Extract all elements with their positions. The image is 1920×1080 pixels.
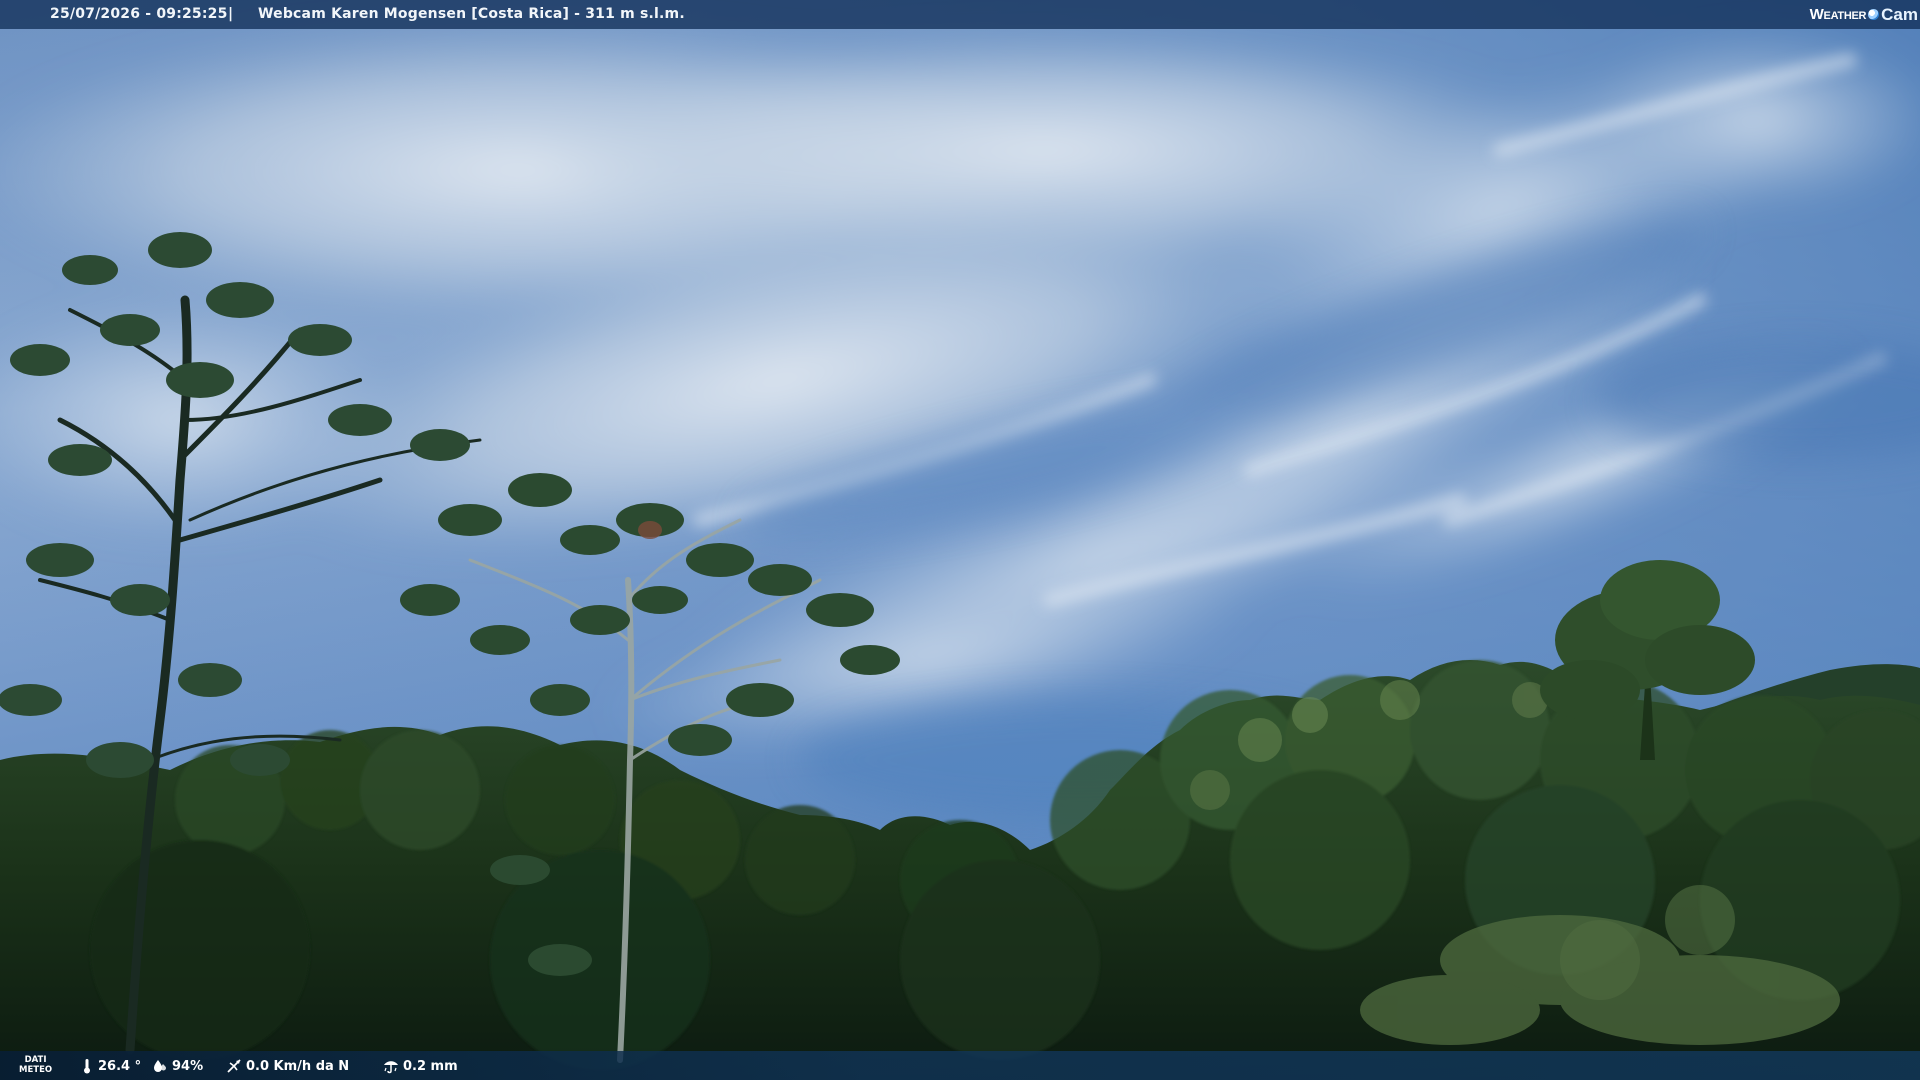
wind-icon [227, 1059, 241, 1073]
rain-reading: 0.2 mm [383, 1058, 458, 1074]
globe-icon [1868, 9, 1880, 20]
rain-icon [384, 1061, 398, 1074]
weathercam-logo: Weather Cam [1810, 2, 1918, 27]
thermometer-icon [84, 1059, 90, 1074]
temperature-reading: 26.4 ° [80, 1058, 141, 1074]
camera-title: Webcam Karen Mogensen [Costa Rica] - 311… [258, 6, 685, 22]
wind-reading: 0.0 Km/h da N [226, 1058, 349, 1074]
brand-word-weather: Weather [1809, 6, 1867, 23]
landscape-image [0, 0, 1920, 1080]
meteo-bar: DATI METEO 26.4 ° 94% 0.0 Km/h da N 0.2 … [0, 1051, 1920, 1080]
webcam-scene [0, 0, 1920, 1080]
wind-value: 0.0 Km/h da N [246, 1058, 350, 1074]
rain-value: 0.2 mm [403, 1058, 458, 1074]
timestamp: 25/07/2026 - 09:25:25 [50, 6, 228, 22]
humidity-reading: 94% [152, 1058, 203, 1074]
humidity-drop-icon [154, 1060, 166, 1072]
meteo-label: DATI METEO [19, 1055, 52, 1075]
meteo-label-line1: DATI [24, 1055, 47, 1065]
meteo-label-line2: METEO [19, 1065, 53, 1075]
header-separator: | [228, 6, 234, 22]
brand-word-cam: Cam [1881, 4, 1918, 24]
humidity-value: 94% [172, 1058, 204, 1074]
temperature-value: 26.4 ° [98, 1058, 142, 1074]
top-info-bar: 25/07/2026 - 09:25:25 | Webcam Karen Mog… [0, 0, 1920, 29]
